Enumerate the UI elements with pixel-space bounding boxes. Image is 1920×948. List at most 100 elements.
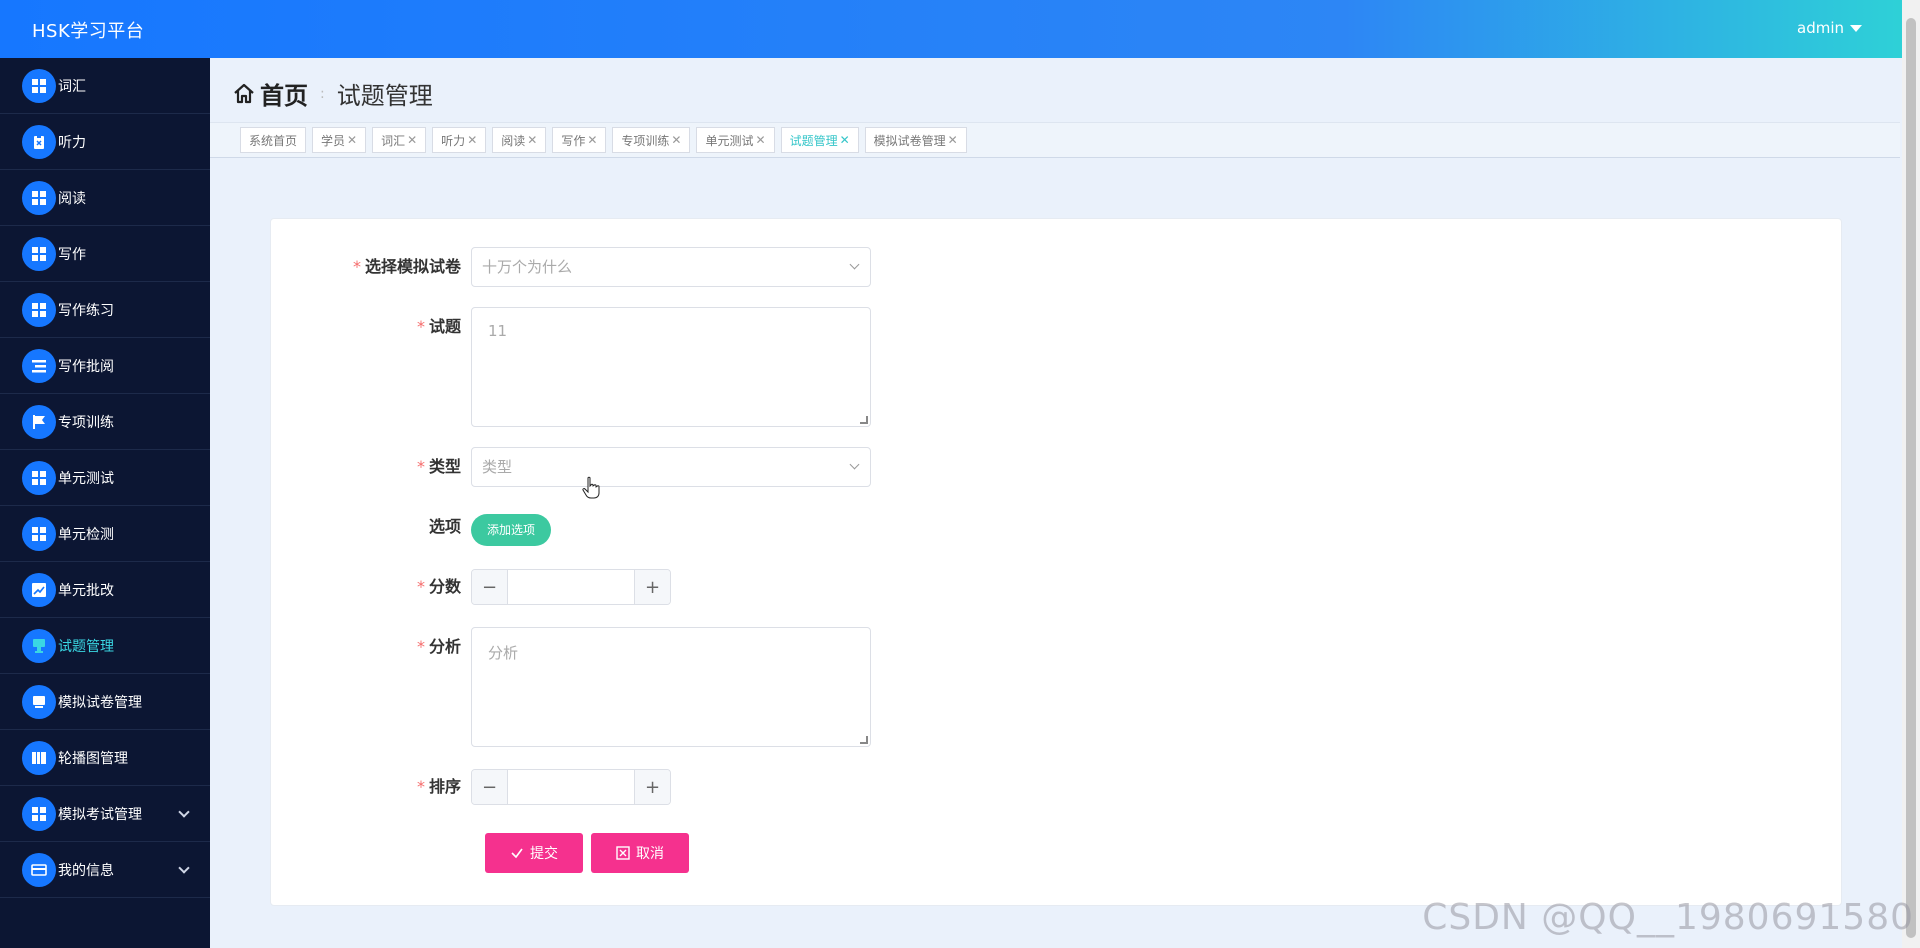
analysis-textarea[interactable]: 分析 [471,627,871,747]
sidebar-item-label: 单元测试 [58,470,114,487]
score-label-text: 分数 [428,577,461,596]
tag-label: 模拟试卷管理 [873,133,946,148]
page-scrollbar[interactable] [1902,0,1920,948]
sidebar-item-label: 模拟考试管理 [58,806,142,823]
question-value: 11 [488,322,508,340]
question-textarea[interactable]: 11 [471,307,871,427]
score-stepper: − + [471,569,671,605]
sidebar-item-reading[interactable]: 阅读 [0,170,210,226]
tag-special-training[interactable]: 专项训练 ✕ [612,127,691,153]
tag-mock-paper-management[interactable]: 模拟试卷管理 ✕ [864,127,967,153]
form-row-analysis: * 分析 分析 [271,627,871,747]
sidebar-item-label: 写作 [58,246,86,263]
add-option-button[interactable]: 添加选项 [471,514,552,546]
tag-students[interactable]: 学员 ✕ [312,127,367,153]
decrement-button[interactable]: − [472,770,508,804]
tag-reading[interactable]: 阅读 ✕ [492,127,547,153]
scrollbar-thumb[interactable] [1906,18,1916,938]
sidebar-item-mock-exam-management[interactable]: 模拟考试管理 [0,786,210,842]
form-row-paper: * 选择模拟试卷 十万个为什么 [271,247,871,287]
breadcrumb-separator: : [320,85,325,102]
required-mark: * [416,637,425,656]
sidebar-item-question-management[interactable]: 试题管理 [0,618,210,674]
grid-icon [22,516,56,551]
form-row-options: 选项 添加选项 [271,507,552,547]
sidebar-item-mock-paper-management[interactable]: 模拟试卷管理 [0,674,210,730]
tag-label: 学员 [321,133,346,148]
type-label-text: 类型 [428,457,461,476]
score-input[interactable] [508,570,634,604]
list-icon [22,348,56,383]
type-select-placeholder: 类型 [482,458,513,476]
resize-handle-icon[interactable] [860,736,868,744]
submit-button[interactable]: 提交 [485,833,583,873]
sidebar-item-label: 写作批阅 [58,358,114,375]
tag-system-home[interactable]: 系统首页 [240,127,307,153]
submit-label: 提交 [530,846,558,862]
type-select[interactable]: 类型 [471,447,871,487]
user-menu[interactable]: admin [1797,19,1862,37]
paper-select[interactable]: 十万个为什么 [471,247,871,287]
close-icon[interactable]: ✕ [948,133,958,147]
monitor-icon [22,684,56,719]
question-label: * 试题 [271,307,471,347]
sidebar-item-my-info[interactable]: 我的信息 [0,842,210,898]
top-header: HSK学习平台 admin [0,0,1920,58]
required-mark: * [416,577,425,596]
required-mark: * [352,257,361,276]
sort-input[interactable] [508,770,634,804]
close-icon[interactable]: ✕ [347,133,357,147]
sidebar-item-unit-grading[interactable]: 单元批改 [0,562,210,618]
tag-writing[interactable]: 写作 ✕ [552,127,607,153]
paper-select-value: 十万个为什么 [482,258,573,276]
sidebar-item-label: 词汇 [58,78,86,95]
grid-icon [22,460,56,495]
decrement-button[interactable]: − [472,570,508,604]
grid-icon [22,236,56,271]
sidebar-item-writing-practice[interactable]: 写作练习 [0,282,210,338]
sort-label-text: 排序 [428,777,461,796]
tag-listening[interactable]: 听力 ✕ [432,127,487,153]
sidebar-item-vocabulary[interactable]: 词汇 [0,58,210,114]
sidebar-item-label: 阅读 [58,190,86,207]
sidebar-item-unit-test[interactable]: 单元测试 [0,450,210,506]
sidebar-item-listening[interactable]: 听力 [0,114,210,170]
breadcrumb: 首页 : 试题管理 [232,76,433,111]
chevron-down-icon [178,862,190,874]
sidebar-item-writing[interactable]: 写作 [0,226,210,282]
increment-button[interactable]: + [634,570,670,604]
sort-stepper: − + [471,769,671,805]
sidebar-item-unit-check[interactable]: 单元检测 [0,506,210,562]
sidebar-item-label: 专项训练 [58,414,114,431]
close-icon[interactable]: ✕ [467,133,477,147]
form-actions: 提交 取消 [485,833,689,873]
tag-label: 阅读 [501,133,526,148]
chart-icon [22,572,56,607]
cancel-button[interactable]: 取消 [591,833,689,873]
required-mark: * [416,457,425,476]
tag-unit-test[interactable]: 单元测试 ✕ [696,127,775,153]
tag-label: 写作 [561,133,586,148]
close-icon[interactable]: ✕ [527,133,537,147]
options-label-text: 选项 [428,517,461,536]
sidebar-item-carousel-management[interactable]: 轮播图管理 [0,730,210,786]
chevron-down-icon [849,259,860,270]
grid-icon [22,796,56,831]
tag-question-management[interactable]: 试题管理 ✕ [780,127,859,153]
sidebar-item-special-training[interactable]: 专项训练 [0,394,210,450]
close-icon[interactable]: ✕ [840,133,850,147]
increment-button[interactable]: + [634,770,670,804]
close-icon[interactable]: ✕ [671,133,681,147]
grid-icon [22,180,56,215]
breadcrumb-home[interactable]: 首页 [232,76,308,111]
tag-vocabulary[interactable]: 词汇 ✕ [372,127,427,153]
close-icon[interactable]: ✕ [756,133,766,147]
required-mark: * [416,777,425,796]
close-icon[interactable]: ✕ [407,133,417,147]
sidebar-item-label: 单元批改 [58,582,114,599]
sidebar-item-writing-review[interactable]: 写作批阅 [0,338,210,394]
question-label-text: 试题 [428,317,461,336]
username: admin [1797,19,1844,37]
resize-handle-icon[interactable] [860,416,868,424]
close-icon[interactable]: ✕ [587,133,597,147]
